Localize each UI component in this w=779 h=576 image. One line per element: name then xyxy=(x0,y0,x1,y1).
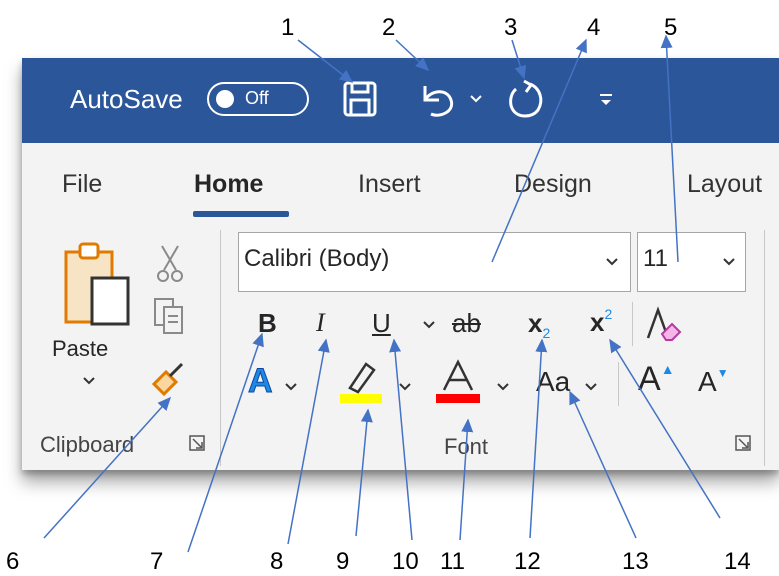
callout-arrow-11 xyxy=(459,418,474,541)
callout-arrow-1 xyxy=(297,39,354,83)
callout-arrow-6 xyxy=(43,396,172,539)
callout-arrow-9 xyxy=(355,408,373,537)
callout-arrow-7 xyxy=(187,332,264,553)
callout-arrow-13 xyxy=(569,390,637,539)
callout-5: 5 xyxy=(664,14,678,41)
callout-arrow-10 xyxy=(389,338,413,541)
callout-arrows xyxy=(43,34,721,553)
callout-3: 3 xyxy=(504,14,518,41)
callout-arrow-3 xyxy=(511,39,527,80)
callout-arrow-8 xyxy=(287,338,330,545)
callout-arrow-14 xyxy=(609,338,721,519)
callout-2: 2 xyxy=(382,14,396,41)
callout-arrow-2 xyxy=(395,39,430,72)
callout-arrow-4 xyxy=(491,38,587,263)
callout-1: 1 xyxy=(281,14,295,41)
callout-4: 4 xyxy=(587,14,601,41)
callout-arrow-5 xyxy=(660,34,679,263)
callout-arrow-12 xyxy=(529,338,548,539)
